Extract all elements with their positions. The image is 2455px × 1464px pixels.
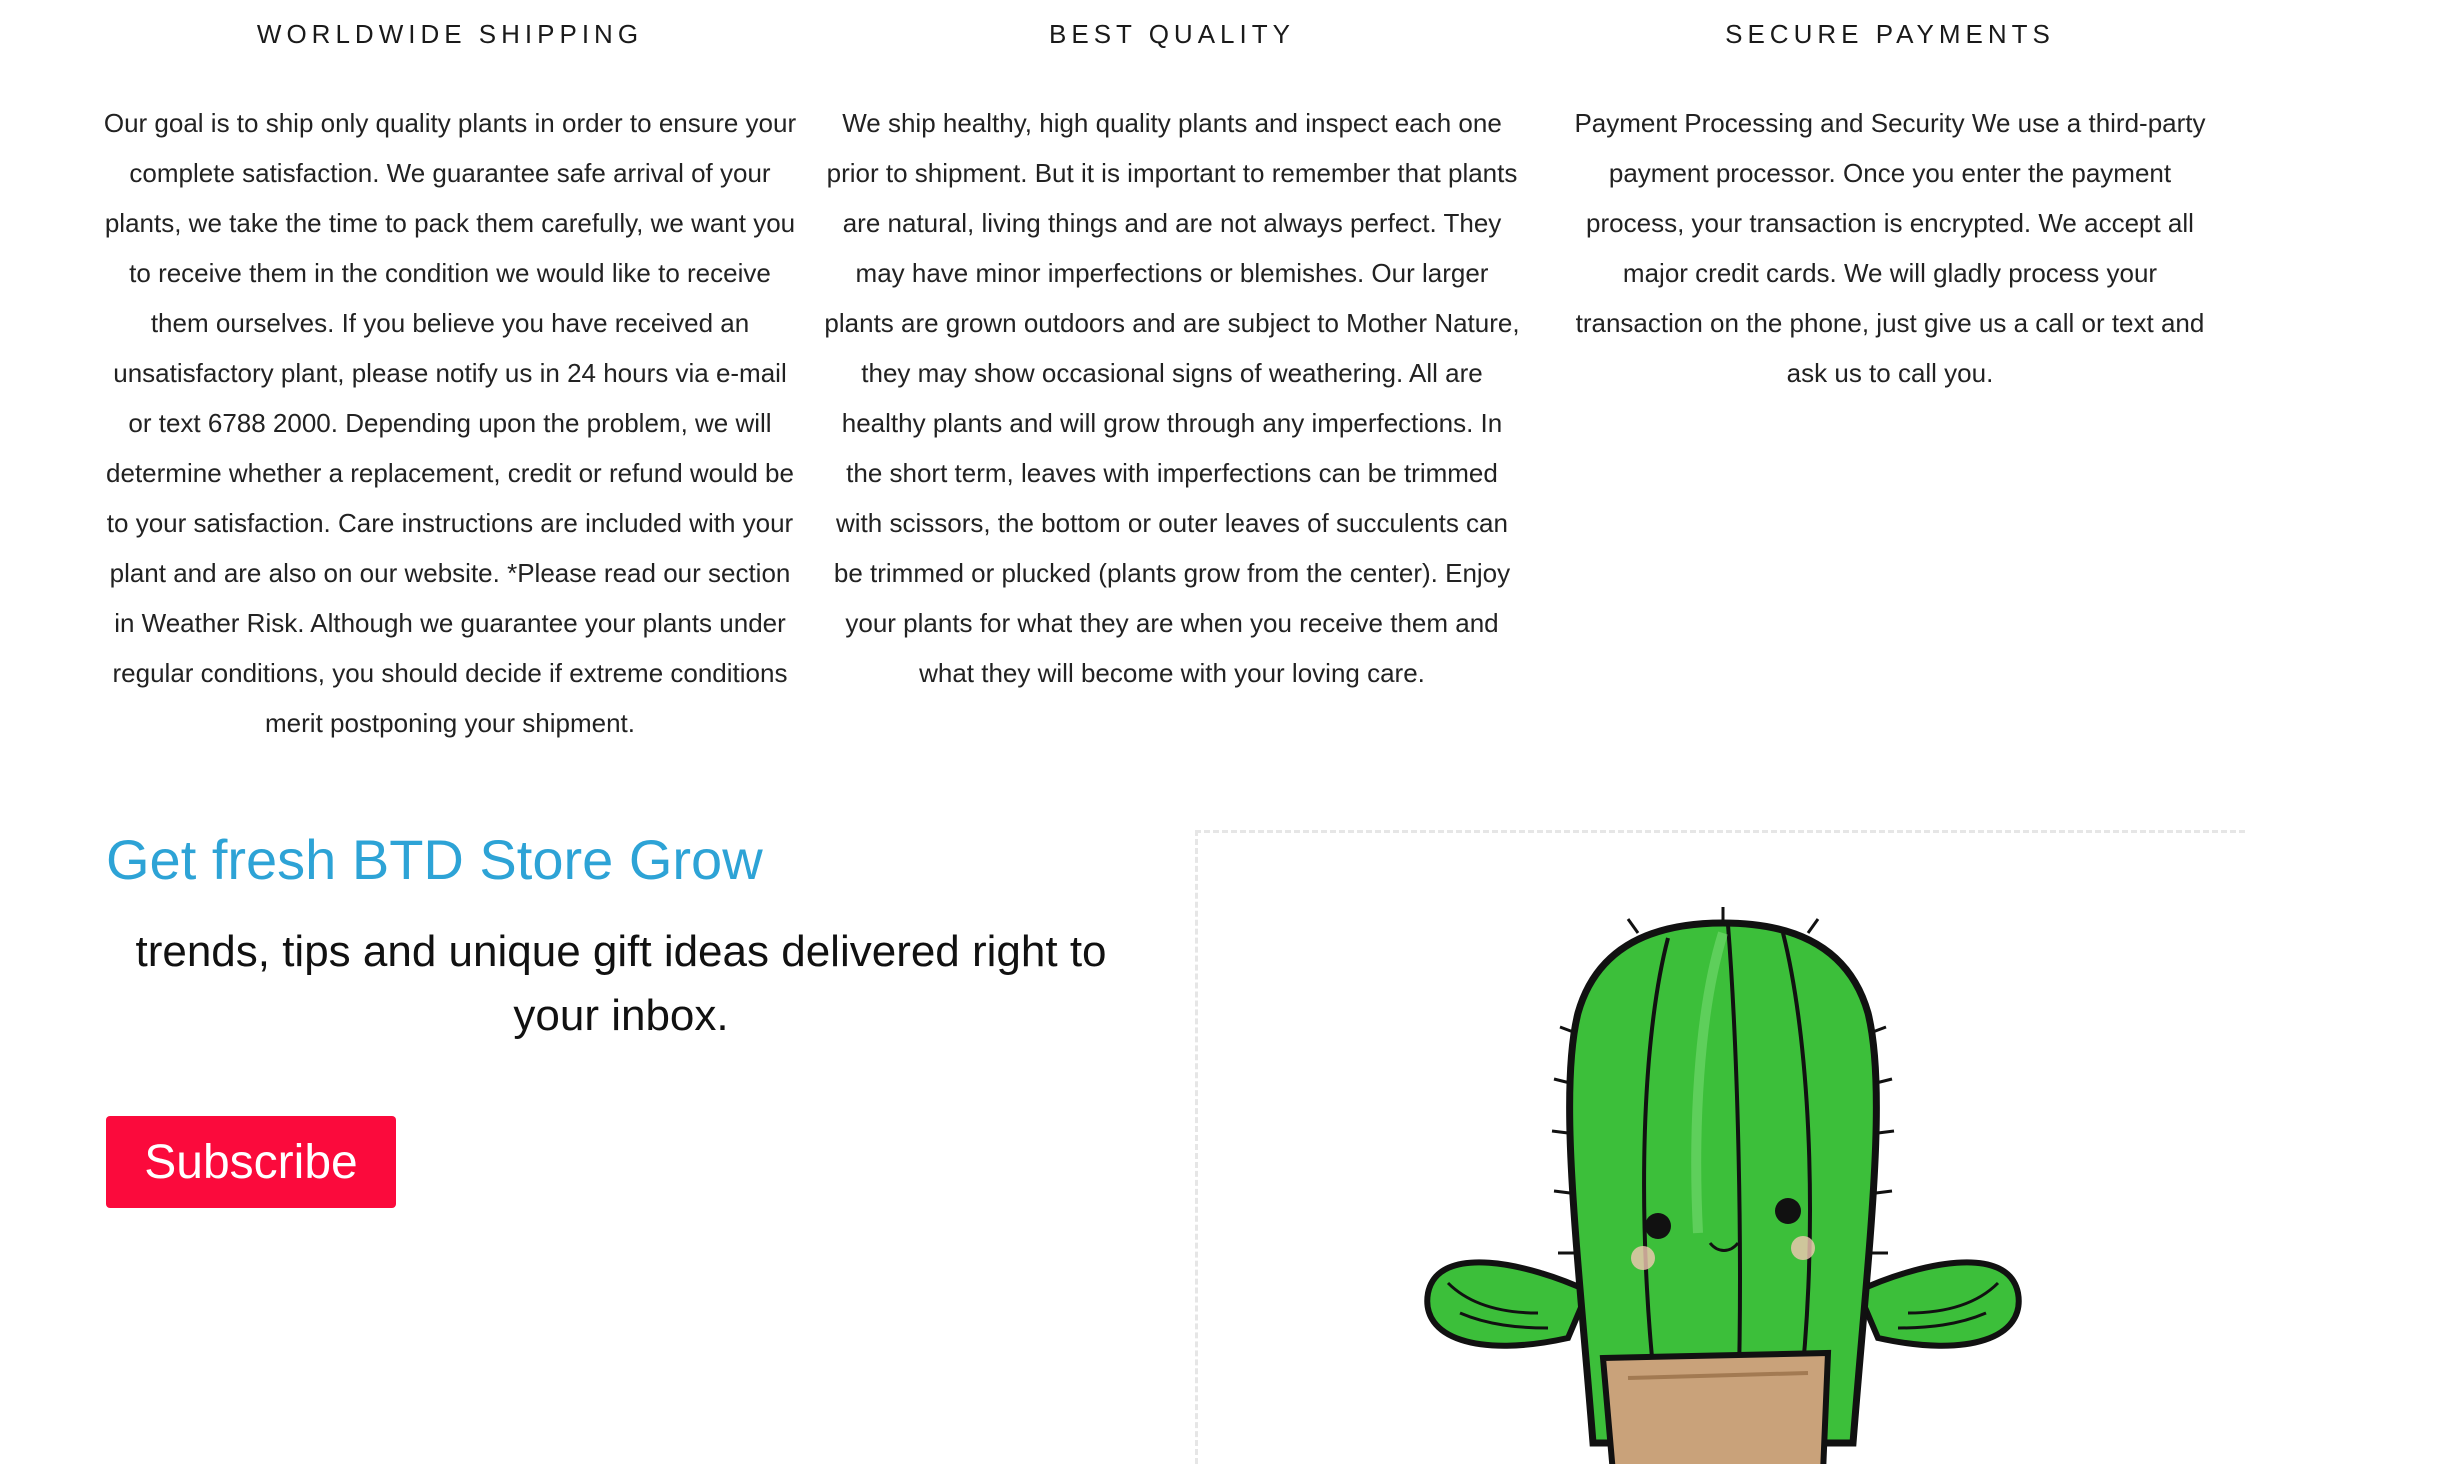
- feature-best-quality: BEST QUALITY We ship healthy, high quali…: [822, 0, 1522, 698]
- cactus-illustration-frame: [1195, 830, 2245, 1464]
- cactus-illustration-icon: [1424, 907, 2022, 1464]
- feature-title: BEST QUALITY: [1049, 19, 1295, 49]
- newsletter-subtext: trends, tips and unique gift ideas deliv…: [135, 927, 1107, 1040]
- newsletter-section: Get fresh BTD Store Grow trends, tips an…: [106, 820, 1206, 1208]
- subscribe-button[interactable]: Subscribe: [106, 1116, 396, 1208]
- newsletter-heading: Get fresh BTD Store Grow: [106, 828, 763, 891]
- feature-title: WORLDWIDE SHIPPING: [256, 19, 644, 49]
- feature-body: Our goal is to ship only quality plants …: [103, 108, 797, 738]
- features-section: WORLDWIDE SHIPPING Our goal is to ship o…: [0, 0, 2455, 800]
- feature-body: Payment Processing and Security We use a…: [1574, 108, 2206, 388]
- feature-title: SECURE PAYMENTS: [1725, 19, 2055, 49]
- feature-body: We ship healthy, high quality plants and…: [824, 108, 1520, 688]
- feature-worldwide-shipping: WORLDWIDE SHIPPING Our goal is to ship o…: [100, 0, 800, 748]
- feature-secure-payments: SECURE PAYMENTS Payment Processing and S…: [1540, 0, 2240, 398]
